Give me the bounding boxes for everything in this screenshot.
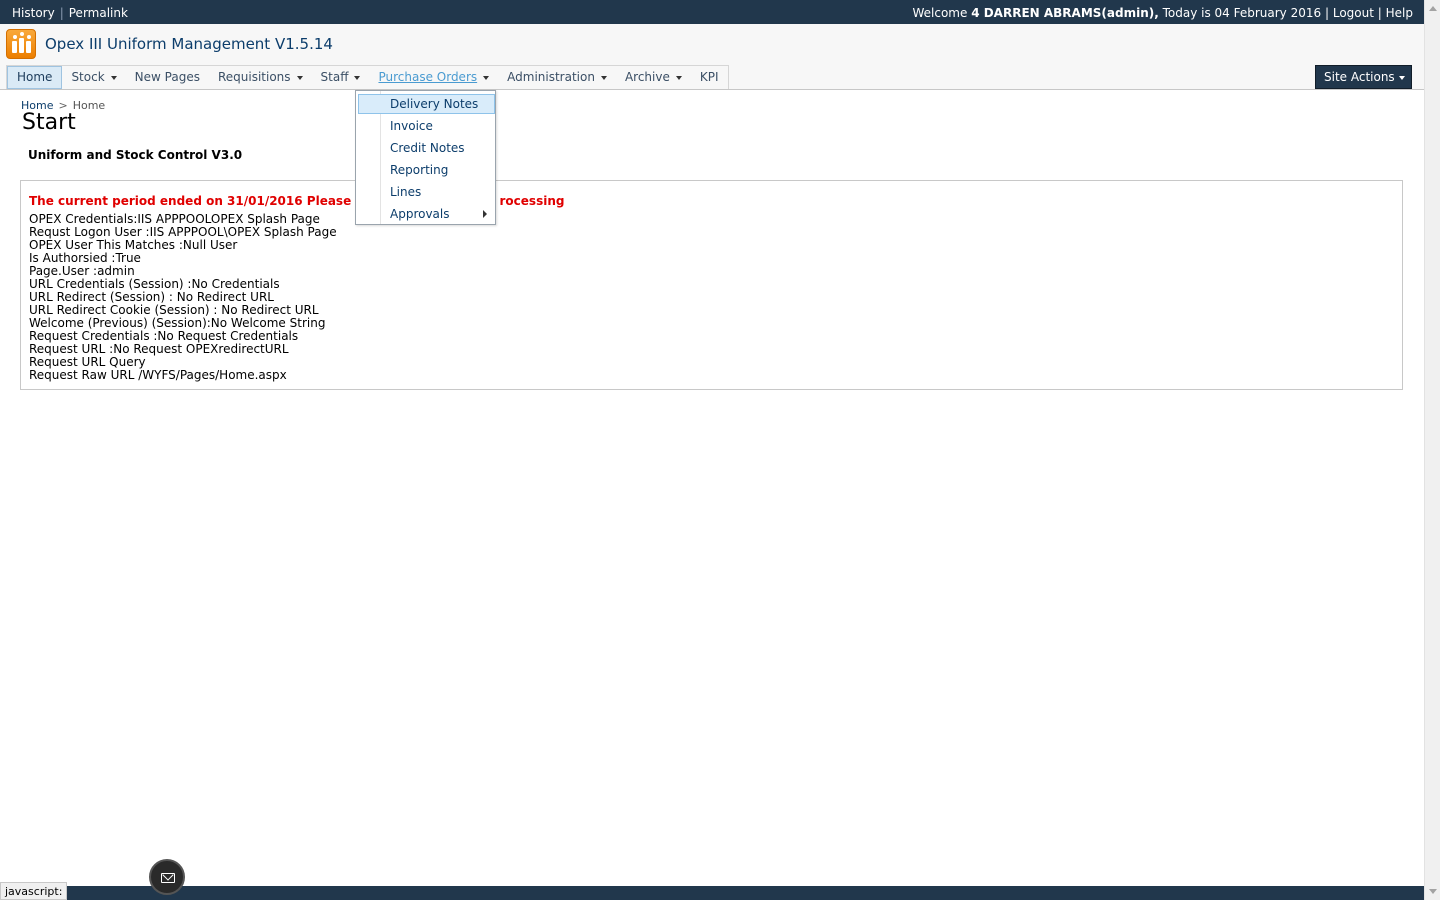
menu-item-credit-notes[interactable]: Credit Notes bbox=[358, 138, 495, 158]
menu-item-invoice[interactable]: Invoice bbox=[358, 116, 495, 136]
permalink-link[interactable]: Permalink bbox=[69, 6, 128, 20]
page-subtitle: Uniform and Stock Control V3.0 bbox=[28, 148, 243, 162]
menu-item-approvals[interactable]: Approvals bbox=[358, 204, 495, 224]
nav-label: Requisitions bbox=[217, 70, 291, 84]
warning-text-tail: rocessing bbox=[499, 194, 565, 208]
nav-menu: Home Stock New Pages Requisitions Staff … bbox=[6, 65, 729, 89]
nav-label: Archive bbox=[624, 70, 670, 84]
site-actions-button[interactable]: Site Actions bbox=[1315, 65, 1412, 89]
status-bar-text: javascript: bbox=[0, 882, 68, 900]
title-bar: Opex III Uniform Management V1.5.14 bbox=[0, 24, 1424, 64]
menu-item-reporting[interactable]: Reporting bbox=[358, 160, 495, 180]
separator: | bbox=[1377, 6, 1382, 20]
content-panel: The current period ended on 31/01/2016 P… bbox=[20, 180, 1403, 390]
chevron-down-icon bbox=[675, 75, 682, 80]
nav-label: Administration bbox=[507, 70, 595, 84]
separator: | bbox=[1324, 6, 1330, 20]
nav-purchase-orders[interactable]: Purchase Orders bbox=[369, 66, 498, 89]
vertical-scrollbar[interactable] bbox=[1424, 0, 1440, 900]
logout-link[interactable]: Logout bbox=[1333, 6, 1374, 20]
welcome-prefix: Welcome bbox=[912, 6, 968, 20]
separator: | bbox=[59, 6, 64, 20]
chevron-down-icon bbox=[1398, 75, 1405, 80]
chevron-down-icon bbox=[296, 75, 303, 80]
top-navigation: Home Stock New Pages Requisitions Staff … bbox=[0, 64, 1424, 90]
nav-label: Home bbox=[17, 70, 53, 84]
top-links: History | Permalink bbox=[12, 6, 128, 20]
info-line: Request Raw URL /WYFS/Pages/Home.aspx bbox=[29, 368, 287, 382]
site-logo-icon[interactable] bbox=[6, 29, 36, 59]
date-text: Today is 04 February 2016 bbox=[1162, 6, 1322, 20]
menu-item-label: Invoice bbox=[390, 119, 433, 133]
bottom-bar bbox=[0, 886, 1424, 900]
chevron-right-icon bbox=[483, 210, 487, 218]
mail-button[interactable] bbox=[149, 859, 185, 895]
nav-stock[interactable]: Stock bbox=[62, 66, 125, 89]
nav-label: Purchase Orders bbox=[378, 70, 478, 84]
nav-label: New Pages bbox=[134, 70, 200, 84]
scroll-up-icon[interactable] bbox=[1429, 6, 1437, 11]
menu-item-lines[interactable]: Lines bbox=[358, 182, 495, 202]
purchase-orders-dropdown: Delivery Notes Invoice Credit Notes Repo… bbox=[355, 90, 496, 225]
help-link[interactable]: Help bbox=[1386, 6, 1413, 20]
chevron-down-icon bbox=[600, 75, 607, 80]
site-actions-label: Site Actions bbox=[1324, 70, 1395, 84]
chevron-down-icon bbox=[483, 75, 490, 80]
mail-icon bbox=[161, 873, 175, 883]
menu-item-label: Credit Notes bbox=[390, 141, 465, 155]
nav-requisitions[interactable]: Requisitions bbox=[209, 66, 312, 89]
breadcrumb-current: Home bbox=[72, 99, 106, 112]
chevron-down-icon bbox=[110, 75, 117, 80]
warning-text: The current period ended on 31/01/2016 P… bbox=[29, 194, 363, 208]
nav-label: Staff bbox=[320, 70, 349, 84]
nav-new-pages[interactable]: New Pages bbox=[126, 66, 209, 89]
nav-label: Stock bbox=[71, 70, 105, 84]
site-title[interactable]: Opex III Uniform Management V1.5.14 bbox=[45, 35, 333, 53]
top-bar: History | Permalink Welcome 4 DARREN ABRAM… bbox=[0, 0, 1424, 24]
welcome-area: Welcome 4 DARREN ABRAMS(admin), Today is… bbox=[912, 6, 1413, 20]
menu-item-label: Delivery Notes bbox=[390, 97, 479, 111]
history-link[interactable]: History bbox=[12, 6, 55, 20]
nav-archive[interactable]: Archive bbox=[616, 66, 691, 89]
user-name[interactable]: 4 DARREN ABRAMS(admin), bbox=[971, 6, 1159, 20]
menu-item-delivery-notes[interactable]: Delivery Notes bbox=[358, 94, 495, 114]
scroll-down-icon[interactable] bbox=[1429, 889, 1437, 894]
menu-item-label: Approvals bbox=[390, 207, 450, 221]
diagnostic-lines: OPEX Credentials:IIS APPPOOLOPEX Splash … bbox=[29, 213, 337, 382]
nav-staff[interactable]: Staff bbox=[312, 66, 370, 89]
nav-kpi[interactable]: KPI bbox=[691, 66, 728, 89]
nav-label: KPI bbox=[699, 70, 719, 84]
menu-item-label: Reporting bbox=[390, 163, 449, 177]
menu-item-label: Lines bbox=[390, 185, 422, 199]
nav-administration[interactable]: Administration bbox=[498, 66, 616, 89]
chevron-down-icon bbox=[354, 75, 361, 80]
nav-home[interactable]: Home bbox=[7, 66, 63, 89]
page-title: Start bbox=[22, 110, 76, 135]
